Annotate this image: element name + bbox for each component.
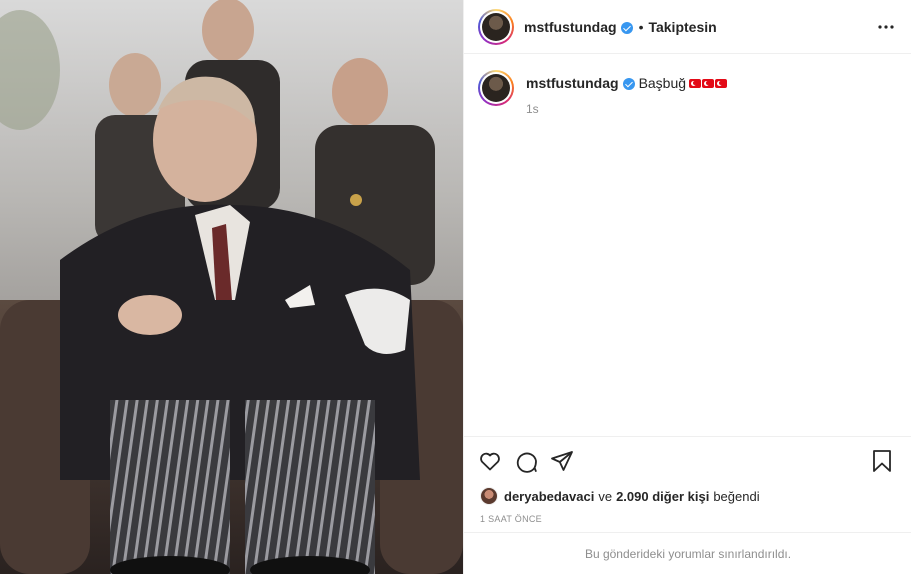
turkish-flag-icon <box>715 78 728 88</box>
author-avatar[interactable] <box>478 8 514 45</box>
author-username[interactable]: mstfustundag <box>524 19 617 35</box>
follow-status-button[interactable]: Takiptesin <box>648 19 716 35</box>
share-button[interactable] <box>548 447 576 475</box>
caption-line: mstfustundag Başbuğ <box>526 74 728 92</box>
post-header: mstfustundag • Takiptesin <box>464 0 911 54</box>
post-timestamp[interactable]: 1 SAAT ÖNCE <box>480 514 542 524</box>
liker-username[interactable]: deryabedavaci <box>504 489 594 504</box>
turkish-flag-icon <box>689 78 702 88</box>
verified-badge-icon <box>622 78 635 90</box>
likes-connector: ve <box>598 488 613 504</box>
post-photo[interactable] <box>0 0 463 574</box>
turkish-flag-emoji-group <box>689 78 728 88</box>
avatar-frame <box>480 10 512 43</box>
caption-author-avatar[interactable] <box>478 70 514 106</box>
comments-limited-notice: Bu gönderideki yorumlar sınırlandırıldı. <box>464 532 911 574</box>
post-photo-illustration <box>0 0 463 574</box>
likes-verb: beğendi <box>713 488 760 504</box>
separator-dot: • <box>638 18 644 35</box>
turkish-flag-icon <box>702 78 715 88</box>
post-caption: mstfustundag Başbuğ 1s <box>478 70 898 116</box>
post-sidebar: mstfustundag • Takiptesin mstfustundag B… <box>463 0 911 574</box>
likes-others-count[interactable]: 2.090 diğer kişi <box>616 489 709 504</box>
avatar-image <box>482 12 510 41</box>
avatar-image <box>482 74 510 102</box>
caption-timestamp[interactable]: 1s <box>526 102 728 116</box>
save-button[interactable] <box>868 447 896 475</box>
verified-badge-icon <box>620 21 633 34</box>
caption-body: mstfustundag Başbuğ 1s <box>526 70 728 116</box>
action-bar <box>464 436 911 484</box>
caption-text: Başbuğ <box>638 75 687 91</box>
bookmark-icon <box>873 450 891 472</box>
heart-icon <box>480 452 500 470</box>
avatar-frame <box>480 72 512 104</box>
comment-icon <box>516 452 537 473</box>
like-button[interactable] <box>476 447 504 475</box>
post-container: mstfustundag • Takiptesin mstfustundag B… <box>0 0 911 574</box>
share-icon <box>551 450 573 471</box>
more-options-icon[interactable] <box>876 17 896 37</box>
liker-avatar[interactable] <box>480 487 498 505</box>
comment-button[interactable] <box>512 447 540 475</box>
likes-summary: deryabedavaci ve 2.090 diğer kişi beğend… <box>480 487 764 505</box>
caption-username[interactable]: mstfustundag <box>526 74 619 92</box>
